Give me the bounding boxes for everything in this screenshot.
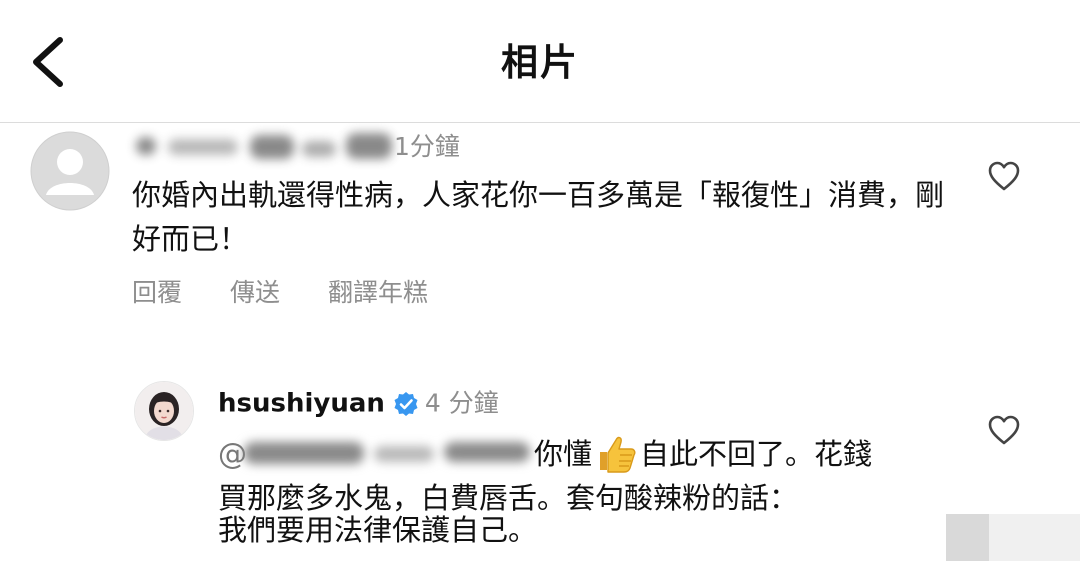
comment-timestamp: 1分鐘 xyxy=(394,132,460,161)
photo-comments-screen: 相片 1分鐘 你婚內出軌還得性病，人家花你一百多萬是「報復性」消費，剛好而已！ … xyxy=(0,0,1080,561)
profile-photo-icon xyxy=(135,382,193,440)
redacted-username[interactable] xyxy=(132,129,394,165)
image-artifact xyxy=(946,514,1080,561)
mention-at-sign: @ xyxy=(218,437,247,471)
send-button[interactable]: 傳送 xyxy=(230,277,280,309)
comment-actions: 回覆 傳送 翻譯年糕 xyxy=(132,277,468,309)
mention-redaction xyxy=(244,438,534,468)
comment-text-line: 我們要用法律保護自己。 xyxy=(218,513,538,547)
like-heart-icon[interactable] xyxy=(988,161,1020,191)
comment-text: 你婚內出軌還得性病，人家花你一百多萬是「報復性」消費，剛好而已！ xyxy=(132,178,945,256)
page-title: 相片 xyxy=(501,41,579,84)
comment-username[interactable]: hsushiyuan xyxy=(218,389,385,419)
comment-timestamp: 4 分鐘 xyxy=(424,388,499,418)
comment-header: hsushiyuan 4 分鐘 xyxy=(218,386,499,421)
like-heart-icon[interactable] xyxy=(988,415,1020,445)
comment-text-part: 你懂 xyxy=(534,437,593,471)
default-avatar-icon[interactable] xyxy=(30,131,110,211)
thumbs-up-emoji-icon xyxy=(600,436,636,473)
redacted-mention[interactable]: @ xyxy=(218,432,534,472)
comment-text-line: 你懂 自此不回了。花錢 xyxy=(534,432,872,476)
user-avatar[interactable] xyxy=(134,381,194,441)
translate-button[interactable]: 翻譯年糕 xyxy=(328,277,428,309)
verified-badge-icon xyxy=(394,391,418,416)
reply-button[interactable]: 回覆 xyxy=(132,277,182,309)
comment-text-part: 自此不回了。花錢 xyxy=(640,437,873,471)
top-bar: 相片 xyxy=(0,0,1080,123)
